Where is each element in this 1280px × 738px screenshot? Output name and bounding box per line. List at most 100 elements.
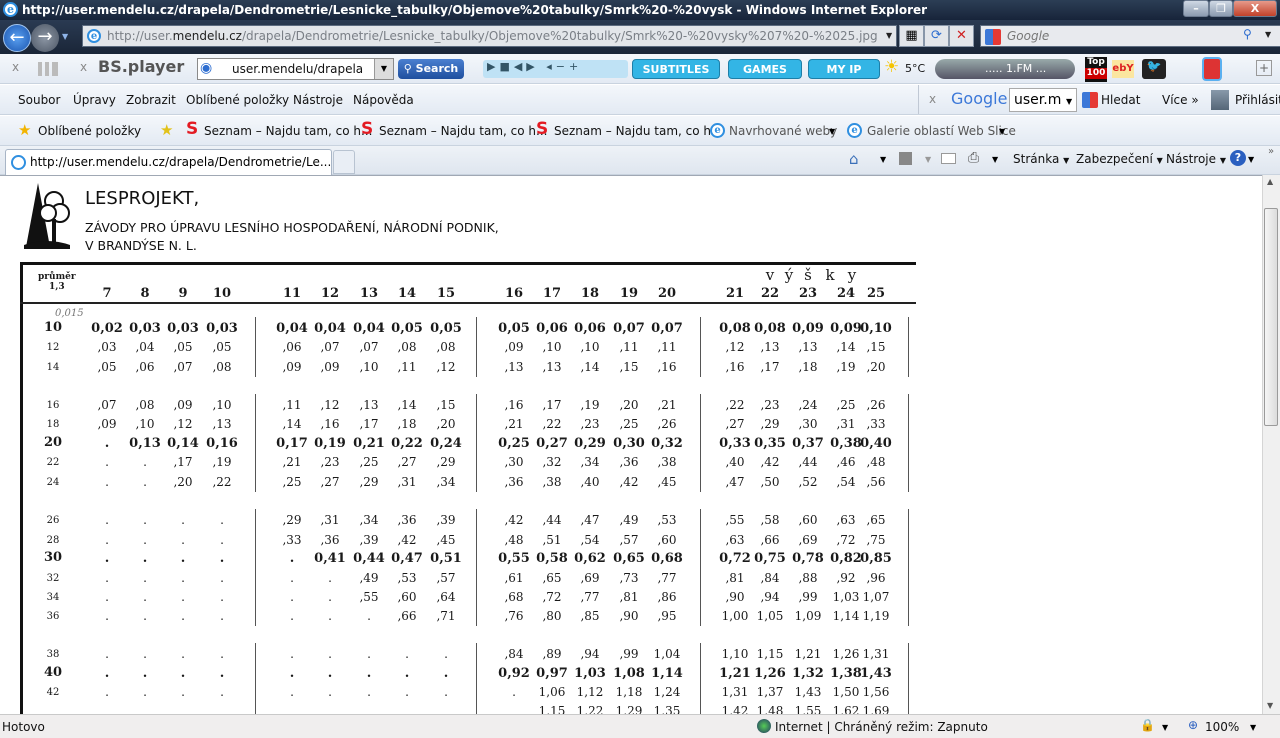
twitter-icon[interactable]: 🐦 — [1142, 59, 1166, 79]
add-toolbar-button[interactable]: + — [1256, 60, 1272, 76]
table-cell: ,13 — [212, 417, 232, 431]
scroll-up-icon[interactable]: ▲ — [1267, 177, 1273, 186]
zoom-level[interactable]: 100% — [1205, 720, 1239, 734]
recent-pages-dropdown[interactable]: ▼ — [62, 32, 68, 41]
refresh-button[interactable]: ⟳ — [924, 25, 949, 47]
media-controls[interactable]: ▶■◀▶ ◂−+ — [483, 60, 628, 78]
address-dropdown-icon[interactable]: ▼ — [886, 31, 892, 40]
tab-active[interactable]: http://user.mendelu.cz/drapela/Dendromet… — [5, 149, 332, 175]
home-icon[interactable]: ⌂ — [849, 150, 859, 168]
column-header: 21 — [725, 286, 745, 301]
table-cell: . — [143, 647, 147, 661]
tools-menu[interactable]: Nástroje ▼ — [1166, 152, 1226, 166]
radio-player[interactable]: ..... 1.FM ... — [935, 59, 1075, 79]
search-icon[interactable]: ⚲ — [1243, 27, 1252, 41]
help-icon[interactable]: ? — [1230, 150, 1246, 166]
menu-tools[interactable]: Nástroje — [293, 93, 343, 107]
chevron-down-icon[interactable]: ▼ — [1250, 723, 1256, 732]
chevron-more-icon[interactable]: » — [1268, 146, 1274, 157]
address-bar[interactable]: e http://user.mendelu.cz/drapela/Dendrom… — [82, 25, 897, 47]
menu-favorites[interactable]: Oblíbené položky — [186, 93, 289, 107]
popcorn-icon[interactable] — [1202, 57, 1222, 81]
signin-button[interactable]: Přihlásit — [1235, 93, 1280, 107]
table-cell: 0,72 — [719, 551, 751, 566]
table-cell: ,09 — [173, 398, 193, 412]
bs-search-button[interactable]: ⚲ Search — [398, 59, 464, 79]
chevron-down-icon[interactable]: ▼ — [374, 59, 393, 79]
security-menu[interactable]: Zabezpečení ▼ — [1076, 152, 1163, 166]
chevron-down-icon[interactable]: ▼ — [992, 155, 998, 164]
close-toolbar-button[interactable]: x — [12, 60, 19, 74]
table-cell: ,18 — [397, 417, 417, 431]
mail-icon[interactable] — [941, 153, 956, 164]
myip-button[interactable]: MY IP — [808, 59, 880, 79]
handwritten-note: 0,015 — [55, 308, 84, 319]
table-cell: 0,40 — [860, 436, 892, 451]
column-group-divider — [908, 509, 909, 626]
print-icon[interactable]: ⎙ — [968, 150, 979, 166]
back-button[interactable]: ← — [3, 24, 31, 52]
close-button[interactable]: X — [1233, 0, 1277, 17]
table-cell: ,15 — [436, 398, 456, 412]
scrollbar-thumb[interactable] — [1264, 208, 1278, 426]
scroll-down-icon[interactable]: ▼ — [1267, 701, 1273, 710]
table-cell: 0,04 — [314, 321, 346, 336]
page-menu[interactable]: Stránka ▼ — [1013, 152, 1069, 166]
favorite-link[interactable]: Seznam – Najdu tam, co h... — [379, 124, 547, 138]
protected-mode-icon[interactable]: 🔒 — [1140, 718, 1155, 732]
table-cell: . — [181, 590, 185, 604]
table-cell: ,19 — [580, 398, 600, 412]
web-slice-gallery[interactable]: Galerie oblastí Web Slice — [867, 124, 1016, 138]
more-button[interactable]: Více » — [1162, 93, 1199, 107]
maximize-button[interactable]: ❐ — [1209, 0, 1233, 17]
top100-icon[interactable]: Top 100 — [1085, 57, 1107, 82]
site-select[interactable]: ◉ user.mendelu/drapela ▼ — [197, 58, 394, 80]
menu-help[interactable]: Nápověda — [353, 93, 414, 107]
stop-button[interactable]: ✕ — [949, 25, 974, 47]
volume-table: průměr 1,3 0,015 7 8 9 10 11 12 13 14 15 16 17 18 19 2… — [0, 176, 1262, 714]
compatibility-view-button[interactable]: ▦ — [899, 25, 924, 47]
chevron-down-icon[interactable]: ▼ — [880, 155, 886, 164]
table-cell: . — [219, 666, 225, 681]
games-button[interactable]: GAMES — [728, 59, 802, 79]
chevron-down-icon[interactable]: ▼ — [999, 127, 1005, 136]
menu-edit[interactable]: Úpravy — [73, 93, 116, 107]
rss-icon[interactable] — [899, 152, 912, 165]
menu-view[interactable]: Zobrazit — [126, 93, 176, 107]
favorite-link[interactable]: Seznam – Najdu tam, co h... — [554, 124, 722, 138]
row-diameter: 10 — [43, 320, 63, 335]
chevron-down-icon[interactable]: ▼ — [829, 127, 835, 136]
menu-file[interactable]: Soubor — [18, 93, 60, 107]
table-cell: ,86 — [657, 590, 677, 604]
security-zone[interactable]: Internet | Chráněný režim: Zapnuto — [775, 720, 988, 734]
chevron-down-icon[interactable]: ▼ — [1248, 155, 1254, 164]
subtitles-button[interactable]: SUBTITLES — [632, 59, 720, 79]
column-header: 16 — [504, 286, 524, 301]
minimize-button[interactable]: – — [1183, 0, 1209, 17]
favorites-button[interactable]: Oblíbené položky — [38, 124, 141, 138]
suggested-sites[interactable]: Navrhované weby — [729, 124, 837, 138]
close-bsplayer-button[interactable]: x — [80, 60, 87, 74]
table-cell: ,73 — [619, 571, 639, 585]
table-cell: 1,04 — [653, 647, 681, 661]
chevron-down-icon[interactable]: ▼ — [1066, 97, 1072, 106]
close-google-toolbar[interactable]: x — [929, 92, 936, 106]
chevron-down-icon[interactable]: ▼ — [1162, 723, 1168, 732]
forward-button[interactable]: → — [31, 24, 59, 52]
column-group-divider — [908, 394, 909, 492]
ebay-icon[interactable]: ebY — [1112, 60, 1134, 78]
chevron-down-icon[interactable]: ▼ — [925, 155, 931, 164]
column-group-divider — [908, 643, 909, 714]
search-options-icon[interactable]: ▼ — [1265, 30, 1271, 39]
table-cell: 1,10 — [721, 647, 749, 661]
table-cell: ,48 — [866, 455, 886, 469]
bsplayer-logo[interactable]: BS.player — [98, 57, 184, 76]
google-search-button[interactable]: Hledat — [1101, 93, 1140, 107]
search-box[interactable]: Google ⚲ ▼ — [980, 25, 1280, 47]
favorite-link[interactable]: Seznam – Najdu tam, co h... — [204, 124, 372, 138]
table-cell: 1,19 — [862, 609, 890, 623]
add-favorite-icon[interactable]: ★ — [160, 121, 173, 139]
google-search-input[interactable]: user.m ▼ — [1009, 88, 1077, 112]
new-tab-button[interactable] — [333, 150, 355, 174]
table-cell: 0,05 — [391, 321, 423, 336]
